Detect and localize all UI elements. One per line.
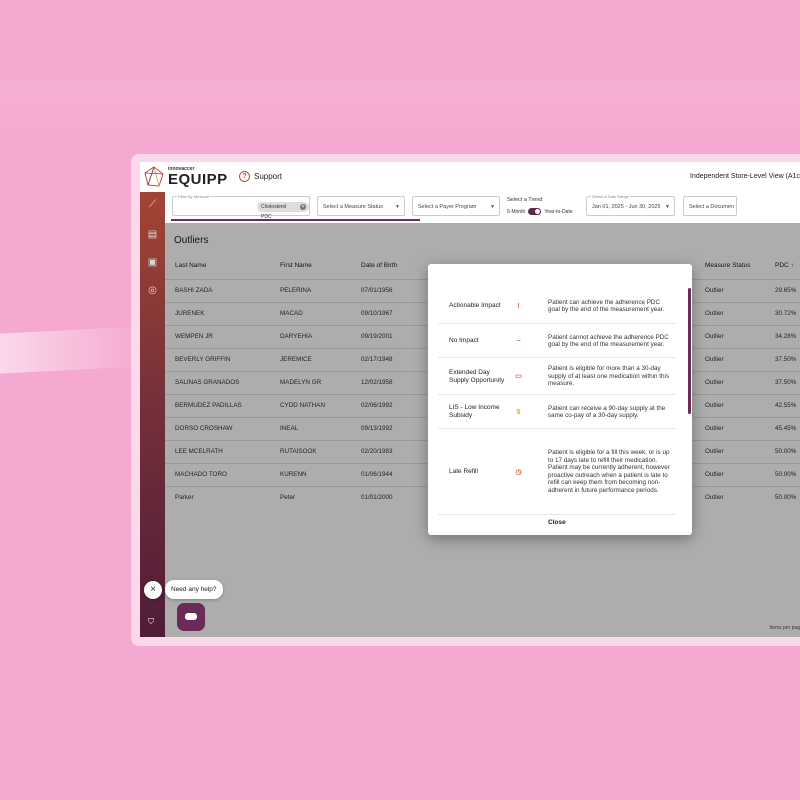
trend-label: Select a Trend: [507, 197, 543, 203]
document-placeholder: Select a Documen: [689, 204, 734, 210]
minus-circle-icon: −: [516, 337, 521, 345]
chat-button[interactable]: [177, 603, 205, 631]
top-bar: innovaccer EQUIPP ? Support Independent …: [140, 162, 800, 192]
help-bubble[interactable]: Need any help?: [165, 580, 223, 599]
measure-filter[interactable]: Filter By Measure Cholesterol PDC ×: [172, 194, 310, 220]
trend-right-label: Year-to-Date: [544, 208, 573, 215]
measure-chip-label: Cholesterol PDC: [261, 204, 287, 220]
legend-description: Patient cannot achieve the adherence PDC…: [548, 333, 669, 349]
help-circle-icon: ?: [239, 171, 250, 182]
filter-bar: Filter By Measure Cholesterol PDC × Sele…: [165, 192, 800, 222]
legend-name: LIS - Low Income Subsidy: [449, 404, 500, 419]
close-button[interactable]: Close: [548, 519, 566, 526]
legend-description: Patient can receive a 90-day supply at t…: [548, 404, 666, 420]
support-link[interactable]: ? Support: [239, 171, 282, 182]
date-range-select[interactable]: Select a Date Range Jan 01, 2025 - Jun 3…: [586, 194, 675, 216]
payer-program-select[interactable]: Select a Payer Program ▼: [412, 196, 500, 216]
background-brushstroke: [0, 326, 140, 374]
legend-modal: Actionable Impact! Patient can achieve th…: [428, 264, 692, 535]
legend-name: Actionable Impact: [449, 302, 501, 309]
caret-down-icon: ▼: [490, 204, 495, 210]
date-range-label: Select a Date Range: [591, 194, 630, 199]
legend-description: Patient is eligible for more than a 30-d…: [548, 365, 670, 388]
legend-name: Extended Day Supply Opportunity: [449, 368, 505, 384]
document-select[interactable]: Select a Documen: [683, 196, 737, 216]
legend-description: Patient is eligible for a fill this week…: [548, 449, 670, 494]
active-filter-underline: [171, 219, 420, 221]
support-label: Support: [254, 172, 283, 181]
legend-name: Late Refill: [449, 468, 478, 475]
view-title: Independent Store-Level View (A1c: [690, 173, 800, 180]
background-streak: [0, 80, 800, 140]
legend-row: LIS - Low Income Subsidy $ Patient can rec…: [438, 395, 676, 429]
legend-row: Late Refill ◷ Patient is eligible for a fi…: [438, 429, 676, 515]
exclamation-icon: !: [517, 302, 520, 310]
legend-row: Extended Day Supply Opportunity ▭ Patient …: [438, 358, 676, 395]
payer-placeholder: Select a Payer Program: [418, 204, 477, 210]
legend-table: Actionable Impact! Patient can achieve th…: [438, 288, 676, 515]
stopwatch-icon: ◷: [515, 468, 522, 476]
calendar-icon: ▭: [515, 373, 522, 380]
logo-product: EQUIPP: [168, 171, 228, 188]
logo-icon: [144, 166, 164, 187]
date-range-value: Jan 01, 2025 - Jun 30, 2025: [592, 204, 661, 210]
legend-description: Patient can achieve the adherence PDC go…: [548, 298, 665, 314]
legend-row: No Impact − Patient cannot achieve the adh…: [438, 324, 676, 358]
chip-remove-icon[interactable]: ×: [300, 204, 306, 210]
legend-row: Actionable Impact! Patient can achieve th…: [438, 288, 676, 324]
close-help-icon[interactable]: ×: [144, 581, 162, 599]
shield-icon[interactable]: ⛉: [146, 617, 156, 627]
trend-toggle[interactable]: [528, 208, 542, 215]
measure-chip[interactable]: Cholesterol PDC ×: [257, 202, 309, 220]
modal-scrollbar[interactable]: [688, 288, 691, 414]
legend-name: No Impact: [449, 337, 479, 344]
trend-left-label: 6-Month: [507, 208, 526, 215]
measure-status-placeholder: Select a Measure Status: [323, 204, 383, 210]
dollar-swap-icon: $: [516, 408, 521, 416]
caret-down-icon: ▼: [665, 204, 670, 210]
trend-toggle-row: 6-Month Year-to-Date: [507, 208, 573, 215]
sidebar-dim-overlay: [140, 192, 165, 637]
caret-down-icon: ▼: [395, 204, 400, 210]
measure-filter-label: Filter By Measure: [177, 194, 211, 199]
measure-status-select[interactable]: Select a Measure Status ▼: [317, 196, 405, 216]
